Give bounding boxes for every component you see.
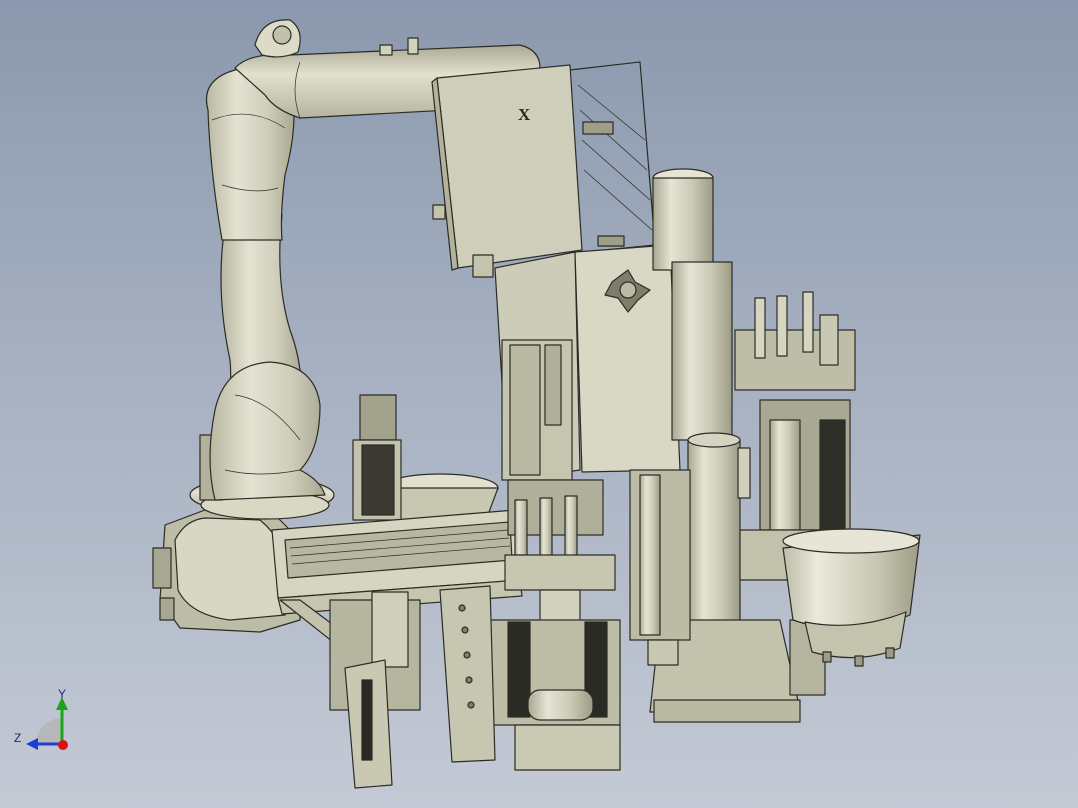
gripper-mount[interactable]: [494, 244, 681, 481]
x-axis-dot: [58, 740, 68, 750]
lower-clamp: [489, 619, 621, 771]
cad-viewport[interactable]: X Y Z: [0, 0, 1078, 808]
assembly-model[interactable]: X Y Z: [0, 0, 1078, 808]
panel-x-mark: X: [518, 105, 531, 124]
triad-plane: [36, 718, 62, 744]
z-axis-arrow: [26, 738, 38, 750]
center-gripper[interactable]: [504, 479, 616, 631]
axis-triad: Y Z: [14, 687, 68, 750]
end-effector-housing[interactable]: X: [431, 61, 656, 278]
z-axis-label: Z: [14, 731, 21, 745]
y-axis-label: Y: [58, 687, 66, 701]
left-lift-module: [352, 394, 402, 521]
